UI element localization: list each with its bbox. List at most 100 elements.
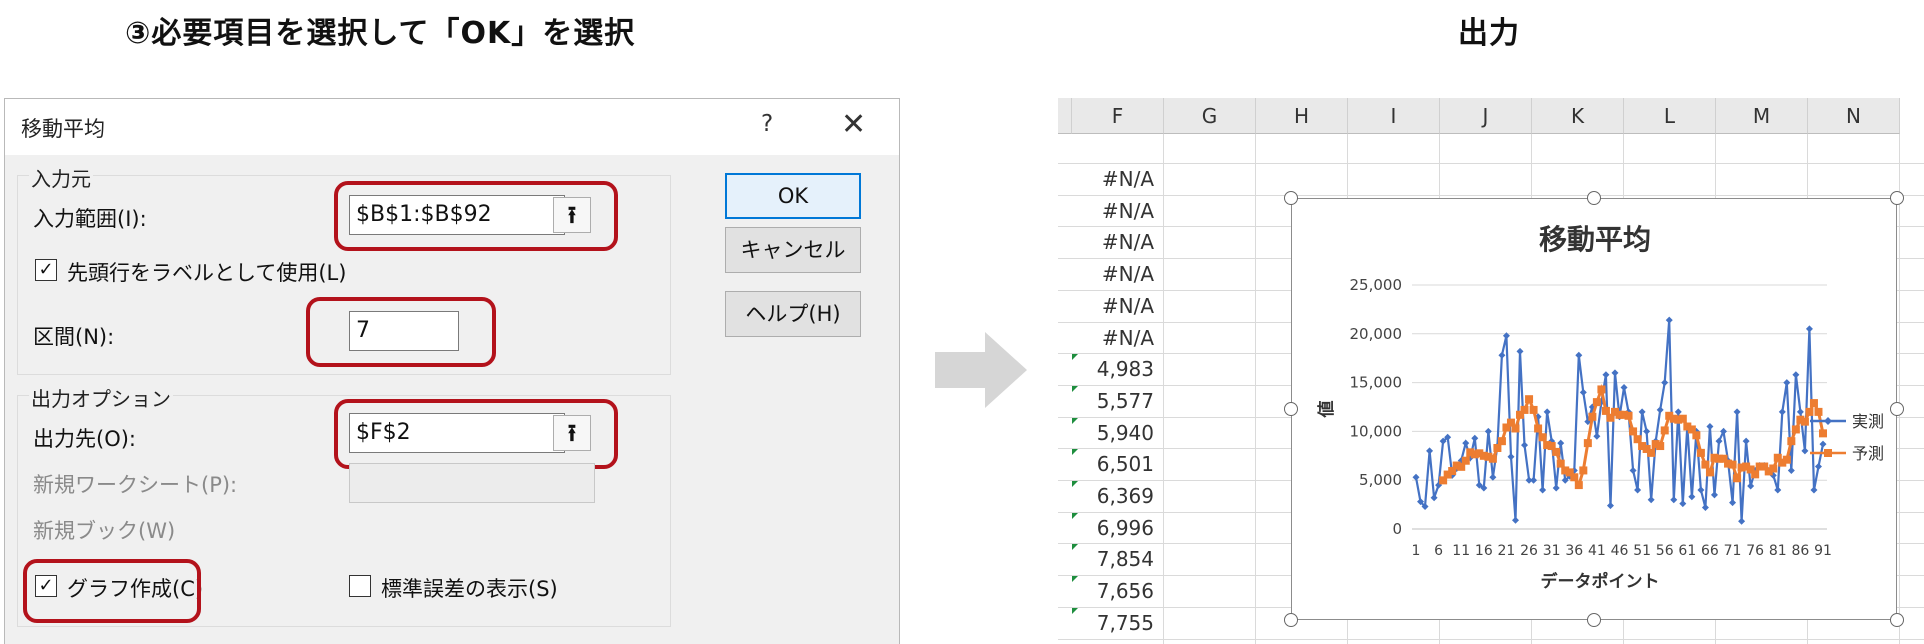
error-indicator-icon <box>1072 386 1078 392</box>
chart-resize-handle[interactable] <box>1284 613 1298 627</box>
chart-x-tick-label: 26 <box>1520 543 1538 559</box>
column-header-j[interactable]: J <box>1440 98 1532 134</box>
std-error-checkbox[interactable] <box>349 575 371 597</box>
chart-x-tick-label: 16 <box>1475 543 1493 559</box>
column-header-m[interactable]: M <box>1716 98 1808 134</box>
cell-f[interactable]: #N/A <box>1072 259 1158 289</box>
chart-resize-handle[interactable] <box>1284 402 1298 416</box>
interval-highlight <box>306 297 496 367</box>
chart-x-tick-label: 56 <box>1656 543 1674 559</box>
chart-point-actual <box>1733 408 1741 416</box>
chart-x-tick-label: 41 <box>1588 543 1606 559</box>
column-header-blank <box>1058 98 1072 134</box>
chart-x-tick-label: 31 <box>1543 543 1561 559</box>
grid-line <box>1899 134 1900 644</box>
chart-x-tick-label: 51 <box>1633 543 1651 559</box>
chart-point-forecast <box>1493 443 1502 452</box>
cell-f[interactable]: 6,996 <box>1072 513 1158 543</box>
chart-point-actual <box>1747 482 1755 490</box>
ok-button[interactable]: OK <box>725 173 861 219</box>
error-indicator-icon <box>1072 513 1078 519</box>
chart-point-forecast <box>1497 437 1506 446</box>
chart-point-forecast <box>1511 424 1520 433</box>
legend-marker <box>1824 417 1832 425</box>
chart-point-actual <box>1674 408 1682 416</box>
cell-f[interactable]: 6,369 <box>1072 481 1158 511</box>
cell-f[interactable]: #N/A <box>1072 291 1158 321</box>
cell-f[interactable]: #N/A <box>1072 323 1158 353</box>
chart-point-actual <box>1511 516 1519 524</box>
labels-first-row-label: 先頭行をラベルとして使用(L) <box>67 261 347 285</box>
cancel-button[interactable]: キャンセル <box>725 227 861 273</box>
chart-point-actual <box>1539 486 1547 494</box>
grid-line <box>1163 134 1164 644</box>
chart-x-tick-label: 21 <box>1498 543 1516 559</box>
chart-point-forecast <box>1588 412 1597 421</box>
column-header-l[interactable]: L <box>1624 98 1716 134</box>
chart-point-forecast <box>1692 431 1701 440</box>
chart-point-forecast <box>1809 399 1818 408</box>
help-icon[interactable]: ? <box>761 111 773 137</box>
cell-f[interactable]: #N/A <box>1072 164 1158 194</box>
cell-f[interactable]: 4,983 <box>1072 354 1158 384</box>
cell-f[interactable]: #N/A <box>1072 227 1158 257</box>
chart-point-forecast <box>1647 448 1656 457</box>
cell-f[interactable]: 7,854 <box>1072 544 1158 574</box>
chart-resize-handle[interactable] <box>1587 191 1601 205</box>
chart-point-actual <box>1498 351 1506 359</box>
labels-first-row-checkbox[interactable]: ✓ <box>35 259 57 281</box>
new-sheet-label: 新規ワークシート(P): <box>33 473 238 497</box>
chart-resize-handle[interactable] <box>1587 613 1601 627</box>
chart-resize-handle[interactable] <box>1890 191 1904 205</box>
std-error-label: 標準誤差の表示(S) <box>381 577 558 601</box>
step-heading: ③必要項目を選択して「OK」を選択 <box>125 16 636 51</box>
column-header-g[interactable]: G <box>1164 98 1256 134</box>
column-header-i[interactable]: I <box>1348 98 1440 134</box>
chart-point-actual <box>1679 500 1687 508</box>
column-header-n[interactable]: N <box>1808 98 1900 134</box>
chart-y-tick-label: 5,000 <box>1359 471 1402 489</box>
chart-point-actual <box>1720 427 1728 435</box>
cell-f[interactable]: 7,656 <box>1072 576 1158 606</box>
chart-resize-handle[interactable] <box>1890 402 1904 416</box>
chart-x-axis-label: データポイント <box>1541 571 1660 592</box>
chart-resize-handle[interactable] <box>1890 613 1904 627</box>
chart-point-forecast <box>1525 395 1534 404</box>
chart-point-forecast <box>1705 468 1714 477</box>
error-indicator-icon <box>1072 544 1078 550</box>
right-arrow-icon <box>935 332 1027 408</box>
chart-point-actual <box>1738 517 1746 525</box>
chart-point-forecast <box>1592 398 1601 407</box>
new-sheet-field[interactable] <box>349 463 595 503</box>
chart-x-tick-label: 11 <box>1452 543 1470 559</box>
chart-point-actual <box>1430 494 1438 502</box>
chart-point-forecast <box>1791 425 1800 434</box>
chart-point-actual <box>1638 408 1646 416</box>
cell-f[interactable]: 6,501 <box>1072 449 1158 479</box>
grid-line <box>1058 639 1924 640</box>
chart-point-forecast <box>1534 424 1543 433</box>
close-icon[interactable]: ✕ <box>841 107 866 142</box>
cell-f[interactable]: 5,940 <box>1072 418 1158 448</box>
help-button[interactable]: ヘルプ(H) <box>725 291 861 337</box>
chart-point-actual <box>1710 491 1718 499</box>
spreadsheet: FGHIJKLMN #N/A #N/A #N/A #N/A #N/A #N/A 4,983 5… <box>1058 98 1924 644</box>
chart-point-actual <box>1814 463 1822 471</box>
chart-point-forecast <box>1701 460 1710 469</box>
cell-f[interactable]: 5,577 <box>1072 386 1158 416</box>
cell-f[interactable]: #N/A <box>1072 196 1158 226</box>
chart-point-actual <box>1805 325 1813 333</box>
chart-y-tick-label: 0 <box>1392 520 1402 538</box>
chart-area[interactable]: 移動平均 値 データポイント 0 5,000 10,000 15,000 20,000 2… <box>1291 198 1897 620</box>
chart-x-tick-label: 1 <box>1412 543 1421 559</box>
new-book-label[interactable]: 新規ブック(W) <box>33 515 175 545</box>
cell-f[interactable]: 7,755 <box>1072 608 1158 638</box>
chart-x-tick-label: 61 <box>1678 543 1696 559</box>
column-header-k[interactable]: K <box>1532 98 1624 134</box>
column-header-f[interactable]: F <box>1072 98 1164 134</box>
chart-point-forecast <box>1574 481 1583 490</box>
column-header-h[interactable]: H <box>1256 98 1348 134</box>
chart-point-actual <box>1643 427 1651 435</box>
chart-point-actual <box>1552 484 1560 492</box>
chart-resize-handle[interactable] <box>1284 191 1298 205</box>
